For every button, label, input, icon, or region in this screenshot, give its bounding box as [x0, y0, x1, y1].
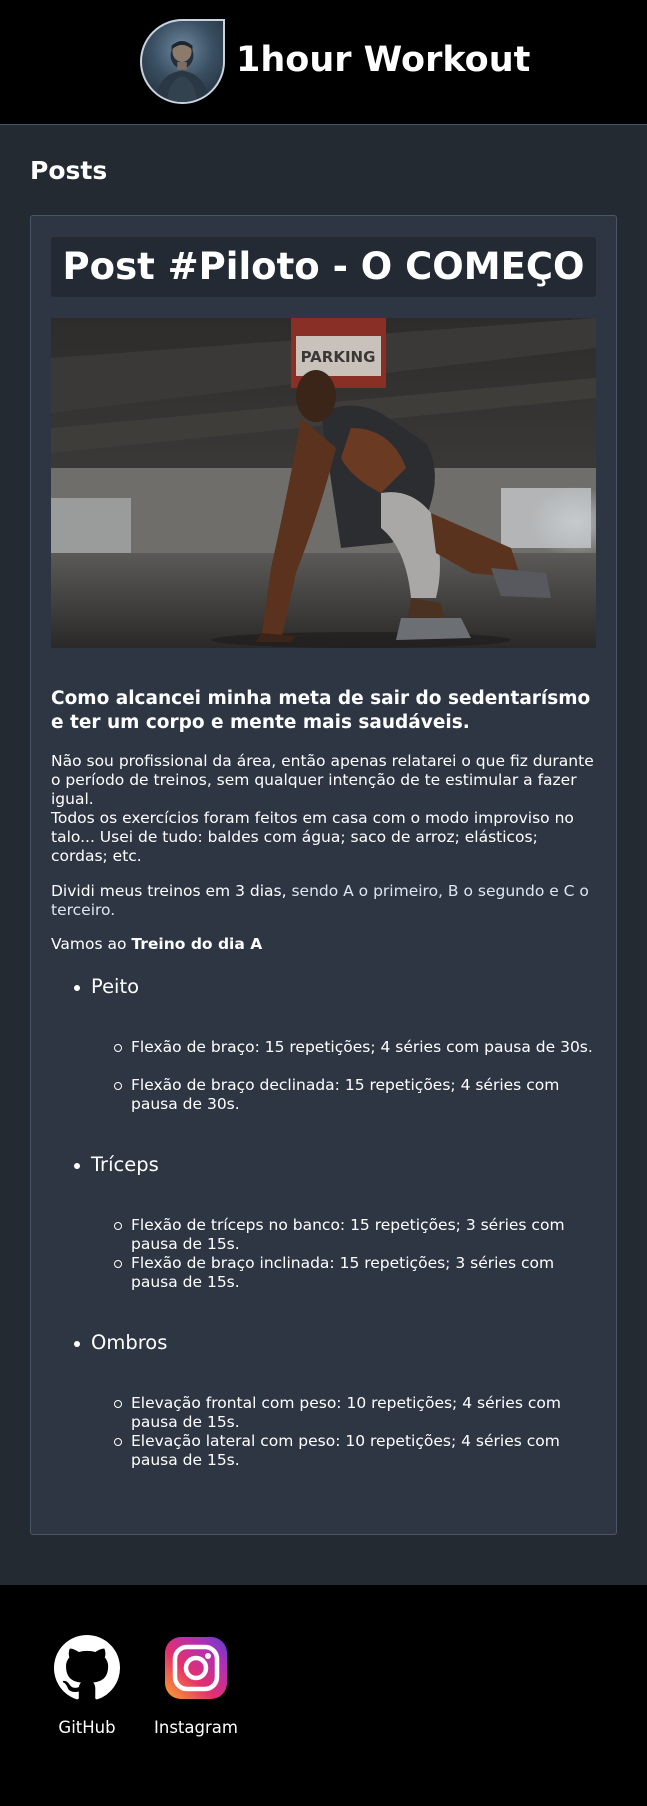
days-lead: Dividi meus treinos em 3 dias,	[51, 882, 292, 900]
exercise-item: Elevação lateral com peso: 10 repetições…	[114, 1432, 601, 1470]
profile-avatar[interactable]	[140, 19, 225, 104]
github-label: GitHub	[58, 1718, 116, 1737]
workout-intro-lead: Vamos ao	[51, 935, 132, 953]
intro-line: Não sou profissional da área, então apen…	[51, 752, 594, 808]
post-subtitle: Como alcancei minha meta de sair do sede…	[51, 688, 591, 733]
workout-day-label: Treino do dia A	[131, 935, 263, 953]
instagram-label: Instagram	[154, 1718, 238, 1737]
profile-photo-icon	[155, 41, 209, 102]
exercise-item: Flexão de braço: 15 repetições; 4 séries…	[114, 1038, 601, 1057]
group-title-peito: Peito	[73, 975, 140, 998]
days-paragraph: Dividi meus treinos em 3 dias, sendo A o…	[51, 882, 596, 920]
exercise-item: Elevação frontal com peso: 10 repetições…	[114, 1394, 601, 1432]
workout-intro: Vamos ao Treino do dia A	[51, 935, 596, 954]
group-title-triceps: Tríceps	[74, 1153, 159, 1176]
site-header: 1hour Workout	[0, 0, 647, 125]
exercise-item: Flexão de tríceps no banco: 15 repetiçõe…	[114, 1216, 601, 1254]
exercise-item: Flexão de braço inclinada: 15 repetições…	[114, 1254, 601, 1292]
post-hero-image: PARKING	[51, 318, 596, 648]
instagram-icon	[165, 1637, 227, 1699]
site-title: 1hour Workout	[236, 40, 531, 80]
section-title: Posts	[30, 156, 108, 185]
athlete-photo-icon: PARKING	[51, 318, 596, 648]
svg-text:PARKING: PARKING	[301, 348, 376, 366]
group-title-ombros: Ombros	[73, 1331, 168, 1354]
intro-paragraph: Não sou profissional da área, então apen…	[51, 752, 596, 866]
github-link[interactable]: GitHub	[37, 1635, 137, 1738]
intro-line: Todos os exercícios foram feitos em casa…	[51, 809, 574, 865]
instagram-link[interactable]: Instagram	[146, 1635, 246, 1738]
exercise-item: Flexão de braço declinada: 15 repetições…	[114, 1076, 601, 1114]
github-icon	[54, 1635, 120, 1700]
post-title: Post #Piloto - O COMEÇO	[51, 237, 596, 297]
